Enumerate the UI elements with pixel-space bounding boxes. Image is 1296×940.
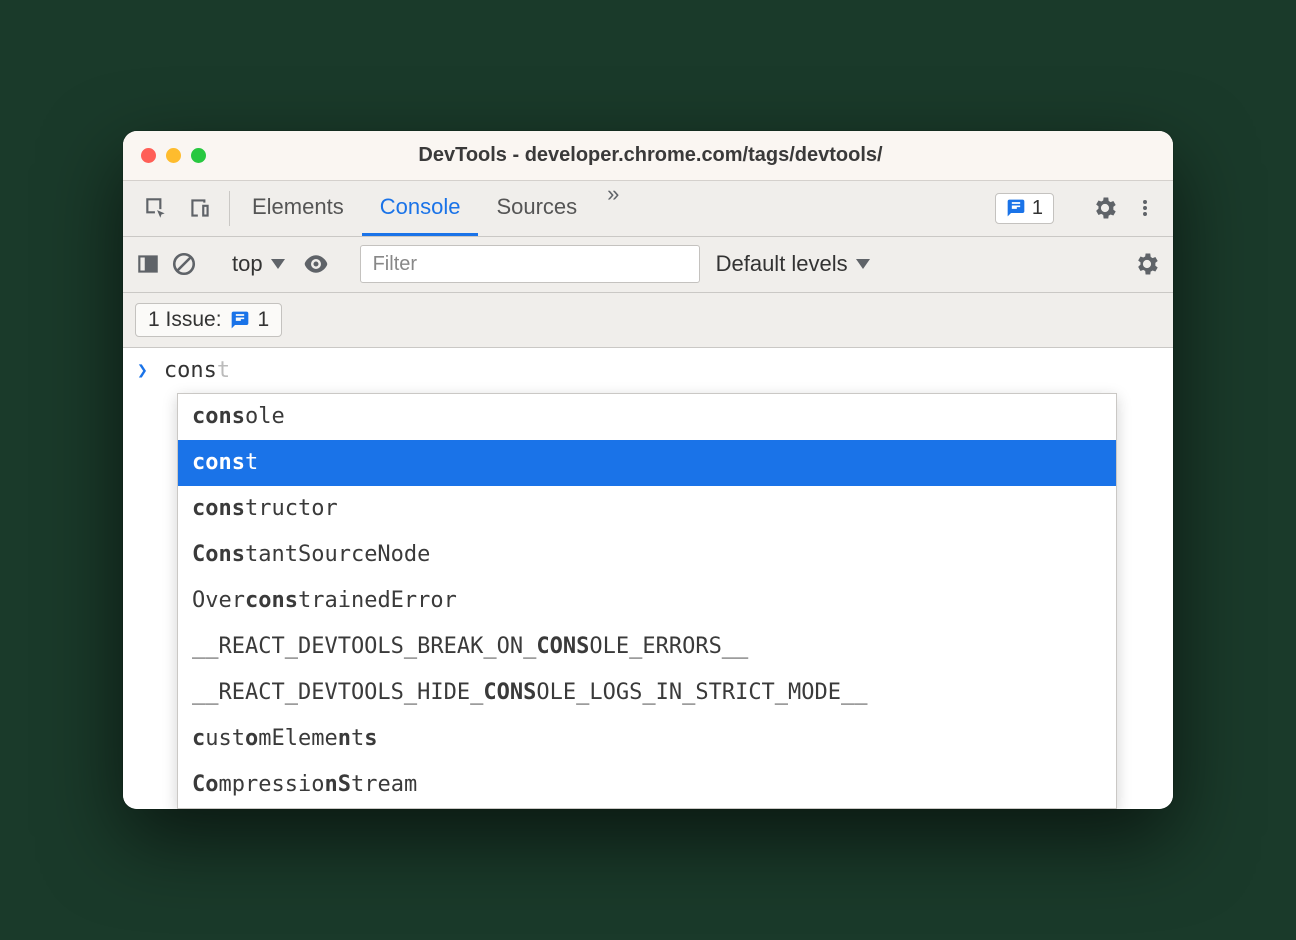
issues-indicator[interactable]: 1 <box>995 193 1054 224</box>
toggle-sidebar-icon[interactable] <box>135 251 161 277</box>
console-output: ❯ const consoleconstconstructorConstantS… <box>123 348 1173 810</box>
window-title: DevTools - developer.chrome.com/tags/dev… <box>146 144 1155 167</box>
live-expression-icon[interactable] <box>301 249 331 279</box>
tab-elements[interactable]: Elements <box>234 181 362 236</box>
issues-label: 1 Issue: <box>148 308 222 332</box>
autocomplete-item[interactable]: const <box>178 440 1116 486</box>
chevron-down-icon <box>856 259 870 269</box>
tab-sources[interactable]: Sources <box>478 181 595 236</box>
device-toolbar-icon[interactable] <box>187 195 213 221</box>
issues-bar: 1 Issue: 1 <box>123 293 1173 348</box>
more-tabs-button[interactable]: » <box>595 181 631 236</box>
console-settings-icon[interactable] <box>1133 250 1161 278</box>
autocomplete-item[interactable]: OverconstrainedError <box>178 578 1116 624</box>
autocomplete-item[interactable]: ConstantSourceNode <box>178 532 1116 578</box>
chevron-down-icon <box>271 259 285 269</box>
issues-count: 1 <box>1032 197 1043 220</box>
prompt-arrow-icon: ❯ <box>137 360 148 381</box>
autocomplete-item[interactable]: CompressionStream <box>178 762 1116 808</box>
prompt-text: const <box>164 358 230 383</box>
prompt-ghost-completion: t <box>217 358 230 383</box>
execution-context-selector[interactable]: top <box>226 251 291 277</box>
chat-icon <box>230 310 250 330</box>
chat-icon <box>1006 198 1026 218</box>
settings-icon[interactable] <box>1091 194 1119 222</box>
clear-console-icon[interactable] <box>171 251 197 277</box>
log-levels-selector[interactable]: Default levels <box>710 251 876 277</box>
kebab-menu-icon[interactable] <box>1133 196 1157 220</box>
console-toolbar: top Default levels <box>123 237 1173 293</box>
prompt-typed: cons <box>164 358 217 383</box>
tab-console[interactable]: Console <box>362 181 479 236</box>
autocomplete-item[interactable]: constructor <box>178 486 1116 532</box>
main-tabbar: Elements Console Sources » 1 <box>123 181 1173 237</box>
issues-pill-count: 1 <box>258 308 270 332</box>
devtools-window: DevTools - developer.chrome.com/tags/dev… <box>123 131 1173 810</box>
inspect-element-icon[interactable] <box>143 195 169 221</box>
autocomplete-item[interactable]: customElements <box>178 716 1116 762</box>
autocomplete-item[interactable]: __REACT_DEVTOOLS_BREAK_ON_CONSOLE_ERRORS… <box>178 624 1116 670</box>
levels-label: Default levels <box>716 251 848 277</box>
autocomplete-popup: consoleconstconstructorConstantSourceNod… <box>177 393 1117 810</box>
autocomplete-item[interactable]: __REACT_DEVTOOLS_HIDE_CONSOLE_LOGS_IN_ST… <box>178 670 1116 716</box>
issues-pill[interactable]: 1 Issue: 1 <box>135 303 282 337</box>
console-prompt[interactable]: ❯ const <box>123 348 1173 389</box>
context-label: top <box>232 251 263 277</box>
autocomplete-item[interactable]: console <box>178 394 1116 440</box>
filter-input[interactable] <box>360 245 700 283</box>
titlebar: DevTools - developer.chrome.com/tags/dev… <box>123 131 1173 181</box>
